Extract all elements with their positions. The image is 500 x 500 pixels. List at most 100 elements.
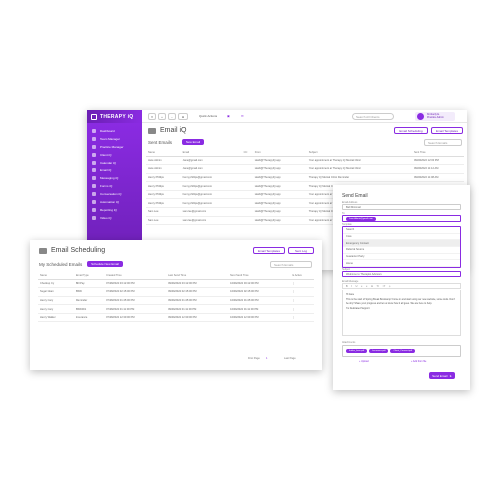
- table-cell: sam.lee@gmail.com: [180, 207, 242, 217]
- table-cell: 09/09/2022 12:30:00 PM: [166, 313, 229, 323]
- sent-log-button[interactable]: Sent Log: [288, 247, 314, 254]
- sidebar-item[interactable]: Email iQ: [87, 166, 142, 174]
- table-row[interactable]: Henry Phillips henry.phillips@gmail.com He…: [146, 173, 464, 183]
- table-row[interactable]: Henry Cary BSW001 07/28/2022 01:11:00 PM 09…: [38, 304, 314, 314]
- sidebar-item-label: Practice Manager: [100, 144, 124, 149]
- sidebar-item[interactable]: Messaging iQ: [87, 174, 142, 182]
- table-cell: BSW001: [73, 304, 105, 314]
- add-user-button[interactable]: ⊕: [178, 113, 188, 120]
- table-cell: 09/09/2022 03:12:00 PM: [166, 279, 229, 289]
- table-cell: henry.phillips@gmail.com: [180, 198, 242, 209]
- email-scheduling-button[interactable]: Email Scheduling: [394, 127, 428, 134]
- envelope-icon: [39, 247, 47, 254]
- table-cell: Bill Pay: [73, 279, 105, 289]
- to-field[interactable]: Jane.Admin@gmail.com: [342, 215, 461, 222]
- send-email-button[interactable]: Send Email ➤: [429, 372, 455, 379]
- table-cell: Henry Cary: [38, 296, 74, 306]
- subject-field[interactable]: Welcome to Therapist Advisors: [342, 271, 461, 277]
- sidebar-item[interactable]: Practice Manager: [87, 143, 142, 151]
- attachment-chip[interactable]: Intake_form.pdf: [346, 349, 368, 353]
- subject-value: Welcome to Therapist Advisors: [346, 272, 382, 276]
- table-row[interactable]: Henry Cary Reminder 07/28/2022 01:45:00 PM…: [38, 296, 314, 306]
- new-email-button[interactable]: New Email: [182, 139, 204, 145]
- global-search-input[interactable]: Search All Clients: [352, 113, 394, 120]
- attachments-field[interactable]: Intake_form.pdf Insurance.pdf Client_Conse…: [342, 345, 461, 357]
- collapse-button[interactable]: −: [168, 113, 176, 120]
- table-cell: Checkup Cy: [38, 279, 74, 289]
- table-row[interactable]: Sugar Glam BSW 07/28/2022 02:15:00 PM 09/09…: [38, 287, 314, 297]
- table-cell: ⋮: [290, 304, 314, 314]
- user-menu[interactable]: Kimberly E. Practice Admin: [415, 112, 455, 121]
- add-from-file-link[interactable]: + Add from file: [411, 360, 426, 363]
- dropdown-option[interactable]: Referral Source: [343, 247, 460, 254]
- table-row[interactable]: Henry Walker Insurance 07/28/2022 12:30:00…: [38, 313, 314, 323]
- sidebar-item[interactable]: Video iQ: [87, 214, 142, 222]
- dropdown-option[interactable]: Home: [343, 260, 460, 268]
- sidebar-item[interactable]: Reporting iQ: [87, 206, 142, 214]
- table-cell: [241, 207, 253, 217]
- last-page-button[interactable]: Last Page: [284, 357, 296, 360]
- search-emails-input[interactable]: Search Emails: [424, 139, 462, 146]
- send-email-label: Send Email: [432, 373, 448, 378]
- table-cell: Insurance: [73, 313, 105, 323]
- dropdown-option[interactable]: Emergency Contact: [343, 240, 460, 248]
- table-cell: Heidi@TherapyIQ.app: [252, 198, 307, 209]
- schedule-new-email-button[interactable]: Schedule New Email: [87, 261, 123, 267]
- table-cell: [241, 181, 253, 191]
- sidebar-item[interactable]: Client iQ: [87, 151, 142, 159]
- table-cell: Jane@gmail.com: [180, 156, 242, 166]
- close-tab-button[interactable]: ✕: [148, 113, 156, 120]
- email-templates-button[interactable]: Email Templates: [431, 127, 463, 134]
- table-cell: 07/28/2022 02:15:00 PM: [104, 287, 167, 297]
- first-page-button[interactable]: First Page: [248, 357, 260, 360]
- dropdown-option[interactable]: Core: [343, 234, 460, 241]
- table-cell: 07/28/2022 03:12:00 PM: [104, 279, 167, 289]
- sidebar-item-icon: [92, 136, 96, 141]
- table-row[interactable]: Jane Admin Jane@gmail.com Heidi@TherapyIQ.…: [146, 156, 464, 166]
- from-field[interactable]: Bell Minimart: [342, 204, 461, 210]
- sidebar-item[interactable]: Dashboard: [87, 127, 142, 135]
- mail-icon[interactable]: ✉: [241, 114, 244, 118]
- email-templates-button[interactable]: Email Templates: [253, 247, 285, 254]
- brand-name: THERAPY iQ: [100, 113, 134, 120]
- dropdown-option[interactable]: Search: [343, 227, 460, 234]
- body-text: This is the start of Spring Break Bootca…: [346, 298, 456, 305]
- table-cell: 10/09/2022 03:12:00 PM: [228, 279, 291, 289]
- table-cell: 09/29/2022 12:00 PM: [411, 156, 464, 166]
- table-cell: 10/09/2022 12:30:00 PM: [228, 313, 291, 323]
- dropdown-option[interactable]: Guarantor Party: [343, 254, 460, 261]
- editor-toolbar[interactable]: B I U ≡ ≡ ⧉ ⟲ ⟳ ⊕: [342, 283, 461, 289]
- sidebar-item[interactable]: Automation iQ: [87, 198, 142, 206]
- sidebar-item[interactable]: Calendar iQ: [87, 159, 142, 167]
- table-cell: ⋮: [290, 313, 314, 323]
- add-button[interactable]: +: [158, 113, 166, 120]
- table-row[interactable]: Jane Admin Jane@gmail.com Heidi@TherapyIQ.…: [146, 164, 464, 174]
- from-value: Bell Minimart: [346, 205, 361, 209]
- table-cell: 10/09/2022 01:11:00 PM: [228, 304, 291, 314]
- attachments-label: Attachments: [342, 341, 356, 344]
- body-greeting: Hi Jane: [346, 293, 355, 296]
- attachment-chip[interactable]: Insurance.pdf: [369, 349, 389, 353]
- page-number[interactable]: 1: [266, 357, 267, 360]
- table-cell: Henry Cary: [38, 304, 74, 314]
- table-cell: [241, 156, 253, 166]
- sidebar-item[interactable]: Team Manager: [87, 135, 142, 143]
- table-cell: Therapy iQ Mental Clinic Reminder: [306, 173, 412, 183]
- search-scheduled-input[interactable]: Search Emails: [270, 261, 312, 268]
- table-cell: 10/09/2022 01:45:00 PM: [228, 296, 291, 306]
- upload-link[interactable]: + Upload: [359, 360, 369, 363]
- sidebar-item[interactable]: Conversation iQ: [87, 190, 142, 198]
- quick-actions[interactable]: Quick Actions: [199, 114, 217, 118]
- attachment-chip[interactable]: Client_Consent.pdf: [390, 349, 416, 353]
- brand[interactable]: THERAPY iQ: [87, 110, 142, 123]
- recipient-chip[interactable]: Jane.Admin@gmail.com: [346, 216, 376, 221]
- template-dropdown[interactable]: Search Core Emergency Contact Referral Sour…: [342, 226, 461, 269]
- table-cell: Henry Walker: [38, 313, 74, 323]
- sidebar-item-icon: [92, 176, 96, 181]
- sidebar-item-icon: [92, 199, 96, 204]
- collage-root: THERAPY iQ ✕ + − ⊕ Quick Actions ▣ ✉ Sea…: [0, 0, 500, 500]
- message-editor[interactable]: Hi Jane This is the start of Spring Brea…: [342, 290, 461, 336]
- table-row[interactable]: Checkup Cy Bill Pay 07/28/2022 03:12:00 PM…: [38, 279, 314, 289]
- calendar-icon[interactable]: ▣: [227, 114, 230, 118]
- sidebar-item[interactable]: Forms iQ: [87, 182, 142, 190]
